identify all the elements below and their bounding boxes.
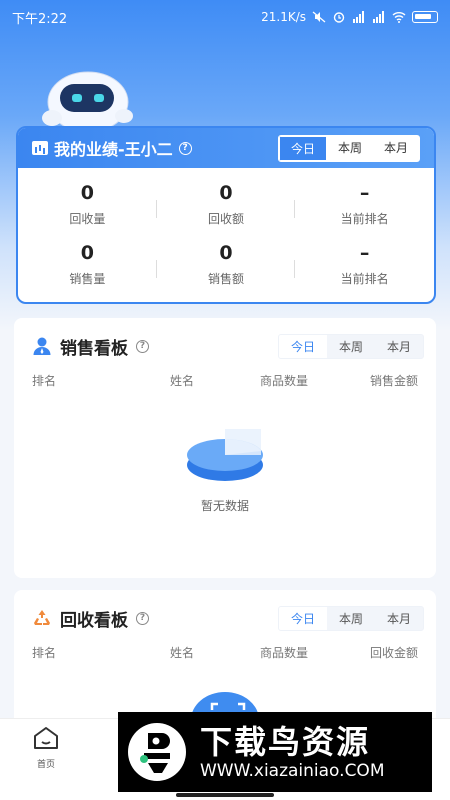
user-icon [33, 337, 51, 355]
home-icon [34, 727, 58, 749]
signal-icon-2 [373, 11, 384, 23]
recycle-table-header: 排名 姓名 商品数量 回收金额 [14, 634, 436, 661]
column-sales-amount: 销售金额 [369, 374, 418, 388]
tab-this-month[interactable]: 本月 [373, 136, 419, 161]
performance-title: 我的业绩-王小二 [54, 140, 173, 159]
stat-value: – [359, 182, 370, 204]
status-bar: 下午2:22 21.1K/s [0, 0, 450, 34]
sales-board-title-group: 销售看板 ? [32, 334, 149, 359]
network-speed: 21.1K/s [261, 10, 306, 24]
watermark-url: WWW.xiazainiao.COM [200, 761, 385, 781]
nav-home[interactable]: 首页 [26, 725, 66, 770]
tab-this-month[interactable]: 本月 [375, 335, 423, 358]
tab-this-month[interactable]: 本月 [375, 607, 423, 630]
sales-board-title: 销售看板 [60, 338, 128, 359]
watermark-banner: 下载鸟资源 WWW.xiazainiao.COM [118, 712, 432, 792]
status-time: 下午2:22 [12, 11, 68, 27]
column-quantity: 商品数量 [260, 646, 309, 660]
signal-icon-1 [353, 11, 364, 23]
performance-stats: 0 回收量 0 回收额 – 当前排名 0 销售量 0 销售额 – 当前排名 [18, 168, 434, 302]
status-icons: 21.1K/s [261, 10, 438, 24]
sales-board-header: 销售看板 ? 今日 本周 本月 [14, 318, 436, 362]
stat-sales-amount: 0 销售额 [157, 242, 296, 302]
column-recycle-amount: 回收金额 [369, 646, 418, 660]
sales-period-tabs: 今日 本周 本月 [277, 333, 424, 359]
help-icon[interactable]: ? [136, 611, 149, 625]
stat-label: 销售量 [69, 272, 106, 286]
performance-card: 我的业绩-王小二 ? 今日 本周 本月 0 回收量 0 回收额 – 当前排名 0… [16, 126, 436, 304]
column-rank: 排名 [32, 646, 57, 660]
stat-sales-rank: – 当前排名 [295, 242, 434, 302]
alarm-icon [333, 12, 345, 23]
stat-value: 0 [80, 182, 94, 204]
help-icon[interactable]: ? [178, 141, 192, 155]
watermark-logo-icon [128, 723, 186, 781]
column-rank: 排名 [32, 374, 57, 388]
column-name: 姓名 [170, 646, 195, 660]
column-name: 姓名 [170, 374, 195, 388]
stat-label: 当前排名 [340, 212, 389, 226]
stat-value: 0 [80, 242, 94, 264]
gesture-bar [176, 793, 274, 797]
tab-this-week[interactable]: 本周 [327, 136, 373, 161]
sales-table-header: 排名 姓名 商品数量 销售金额 [14, 362, 436, 389]
bar-chart-icon [32, 141, 48, 155]
stat-label: 当前排名 [340, 272, 389, 286]
stat-value: – [359, 242, 370, 264]
recycle-period-tabs: 今日 本周 本月 [277, 605, 424, 631]
sales-board: 销售看板 ? 今日 本周 本月 排名 姓名 商品数量 销售金额 暂无数据 [14, 318, 436, 578]
empty-text: 暂无数据 [200, 499, 249, 513]
recycle-board: 回收看板 ? 今日 本周 本月 排名 姓名 商品数量 回收金额 [14, 590, 436, 730]
column-quantity: 商品数量 [260, 374, 309, 388]
stat-recycle-rank: – 当前排名 [295, 182, 434, 242]
wifi-icon [392, 12, 406, 23]
help-icon[interactable]: ? [136, 339, 149, 353]
recycle-board-header: 回收看板 ? 今日 本周 本月 [14, 590, 436, 634]
mute-icon [312, 11, 326, 23]
performance-period-tabs: 今日 本周 本月 [277, 134, 420, 162]
stat-recycle-amount: 0 回收额 [157, 182, 296, 242]
tab-this-week[interactable]: 本周 [327, 607, 375, 630]
watermark-brand: 下载鸟资源 [200, 723, 371, 761]
recycle-board-title: 回收看板 [60, 610, 128, 631]
stat-sales-count: 0 销售量 [18, 242, 157, 302]
recycle-icon [34, 610, 50, 625]
nav-home-label: 首页 [36, 760, 55, 770]
tab-today[interactable]: 今日 [278, 334, 327, 358]
sales-empty-state: 暂无数据 [14, 425, 436, 514]
tab-today[interactable]: 今日 [278, 606, 327, 630]
stat-label: 销售额 [207, 272, 244, 286]
performance-header: 我的业绩-王小二 ? 今日 本周 本月 [18, 128, 434, 168]
performance-title-group: 我的业绩-王小二 ? [32, 136, 192, 160]
empty-data-icon [187, 429, 263, 481]
stat-value: 0 [219, 182, 233, 204]
battery-icon [412, 11, 438, 23]
stat-value: 0 [219, 242, 233, 264]
stat-recycle-count: 0 回收量 [18, 182, 157, 242]
stat-label: 回收量 [69, 212, 106, 226]
recycle-board-title-group: 回收看板 ? [32, 606, 149, 631]
tab-today[interactable]: 今日 [278, 135, 327, 161]
stat-label: 回收额 [207, 212, 244, 226]
tab-this-week[interactable]: 本周 [327, 335, 375, 358]
